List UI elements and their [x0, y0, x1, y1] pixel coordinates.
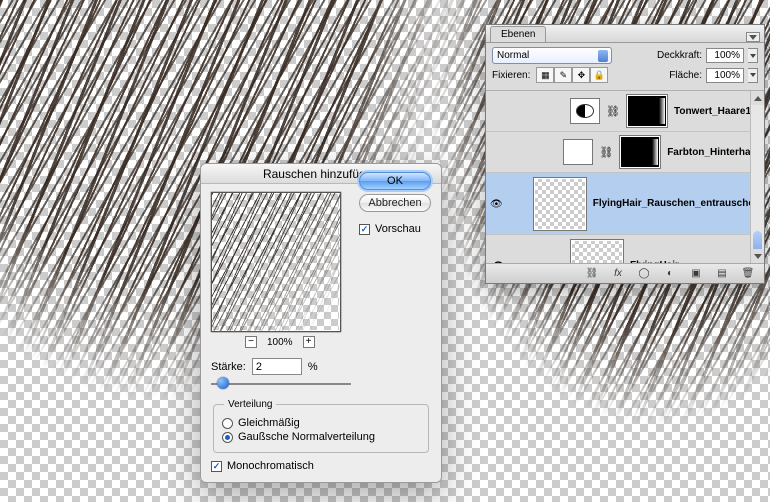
layers-panel: Ebenen Normal Deckkraft: 100% Fixieren: …	[485, 24, 765, 284]
preview-checkbox[interactable]: Vorschau	[359, 222, 431, 236]
visibility-toggle[interactable]	[492, 106, 506, 116]
strength-slider[interactable]	[211, 377, 351, 391]
layer-thumbnail[interactable]	[533, 177, 587, 231]
visibility-toggle[interactable]	[491, 147, 505, 157]
layer-thumbnail[interactable]	[570, 239, 624, 264]
cancel-button[interactable]: Abbrechen	[359, 194, 431, 212]
mask-thumbnail[interactable]	[626, 94, 668, 128]
preview-checkbox-label: Vorschau	[375, 223, 421, 235]
fx-icon[interactable]: fx	[610, 267, 626, 281]
ok-button[interactable]: OK	[359, 172, 431, 190]
layer-row[interactable]: ⛓ Tonwert_Haare1	[486, 91, 764, 132]
radio-uniform-label: Gleichmäßig	[238, 417, 300, 429]
distribution-legend: Verteilung	[224, 399, 276, 410]
layers-scrollbar[interactable]	[750, 91, 764, 263]
layer-thumbnail[interactable]	[563, 139, 593, 165]
panel-tab-bar: Ebenen	[486, 25, 764, 43]
scroll-down-icon[interactable]	[751, 249, 764, 263]
slider-thumb[interactable]	[217, 377, 229, 389]
link-icon: ⛓	[606, 105, 620, 118]
lock-transparent-icon[interactable]: ▦	[536, 67, 554, 83]
radio-gaussian-label: Gaußsche Normalverteilung	[238, 431, 375, 443]
layer-row[interactable]: FlyingHair	[486, 235, 764, 263]
lock-all-icon[interactable]: 🔒	[590, 67, 608, 83]
mask-thumbnail[interactable]	[619, 135, 661, 169]
lock-label: Fixieren:	[492, 70, 530, 81]
link-layers-icon[interactable]: ⛓	[584, 267, 600, 281]
opacity-label: Deckkraft:	[657, 50, 702, 61]
monochrome-checkbox[interactable]: Monochromatisch	[211, 459, 431, 473]
add-noise-dialog: Rauschen hinzufügen − 100% + Stärke: % V…	[200, 163, 442, 483]
fill-stepper[interactable]	[748, 68, 758, 83]
layer-name[interactable]: Farbton_Hinterhaar	[667, 147, 760, 158]
layer-row[interactable]: ⛓ Farbton_Hinterhaar	[486, 132, 764, 173]
adjustment-icon[interactable]: ◐	[662, 267, 678, 281]
strength-input[interactable]	[252, 358, 302, 375]
lock-paint-icon[interactable]: ✎	[554, 67, 572, 83]
layer-name[interactable]: Tonwert_Haare1	[674, 106, 751, 117]
preview-thumbnail[interactable]	[211, 192, 341, 332]
strength-unit: %	[308, 361, 318, 373]
layer-name[interactable]: FlyingHair_Rauschen_entrauschen	[593, 198, 760, 209]
fill-label: Fläche:	[669, 70, 702, 81]
link-icon: ⛓	[599, 146, 613, 159]
radio-gaussian-indicator	[222, 432, 233, 443]
blend-mode-value: Normal	[497, 50, 529, 61]
trash-icon[interactable]: 🗑	[740, 267, 756, 281]
layers-footer: ⛓ fx ◯ ◐ ▣ ▤ 🗑	[486, 263, 764, 283]
zoom-percent: 100%	[267, 337, 293, 348]
layer-name[interactable]: FlyingHair	[630, 260, 679, 263]
lock-move-icon[interactable]: ✥	[572, 67, 590, 83]
radio-uniform-indicator	[222, 418, 233, 429]
mask-icon[interactable]: ◯	[636, 267, 652, 281]
panel-menu-icon[interactable]	[746, 32, 760, 42]
radio-uniform[interactable]: Gleichmäßig	[222, 416, 420, 430]
preview-checkbox-indicator	[359, 224, 370, 235]
visibility-toggle[interactable]	[490, 199, 504, 209]
radio-gaussian[interactable]: Gaußsche Normalverteilung	[222, 430, 420, 444]
scroll-up-icon[interactable]	[751, 91, 764, 105]
blend-mode-select[interactable]: Normal	[492, 47, 612, 64]
layer-thumbnail[interactable]	[570, 98, 600, 124]
opacity-input[interactable]: 100%	[706, 48, 744, 63]
new-layer-icon[interactable]: ▤	[714, 267, 730, 281]
layers-list: ⛓ Tonwert_Haare1 ⛓ Farbton_Hinterhaar Fl…	[486, 91, 764, 263]
monochrome-indicator	[211, 461, 222, 472]
zoom-out-button[interactable]: −	[245, 336, 257, 348]
strength-label: Stärke:	[211, 361, 246, 373]
group-icon[interactable]: ▣	[688, 267, 704, 281]
zoom-in-button[interactable]: +	[303, 336, 315, 348]
fill-input[interactable]: 100%	[706, 68, 744, 83]
opacity-stepper[interactable]	[748, 48, 758, 63]
layer-row[interactable]: FlyingHair_Rauschen_entrauschen	[486, 173, 764, 235]
tab-layers[interactable]: Ebenen	[490, 26, 546, 42]
distribution-group: Verteilung Gleichmäßig Gaußsche Normalve…	[213, 399, 429, 453]
monochrome-label: Monochromatisch	[227, 460, 314, 472]
visibility-toggle[interactable]	[492, 261, 506, 264]
